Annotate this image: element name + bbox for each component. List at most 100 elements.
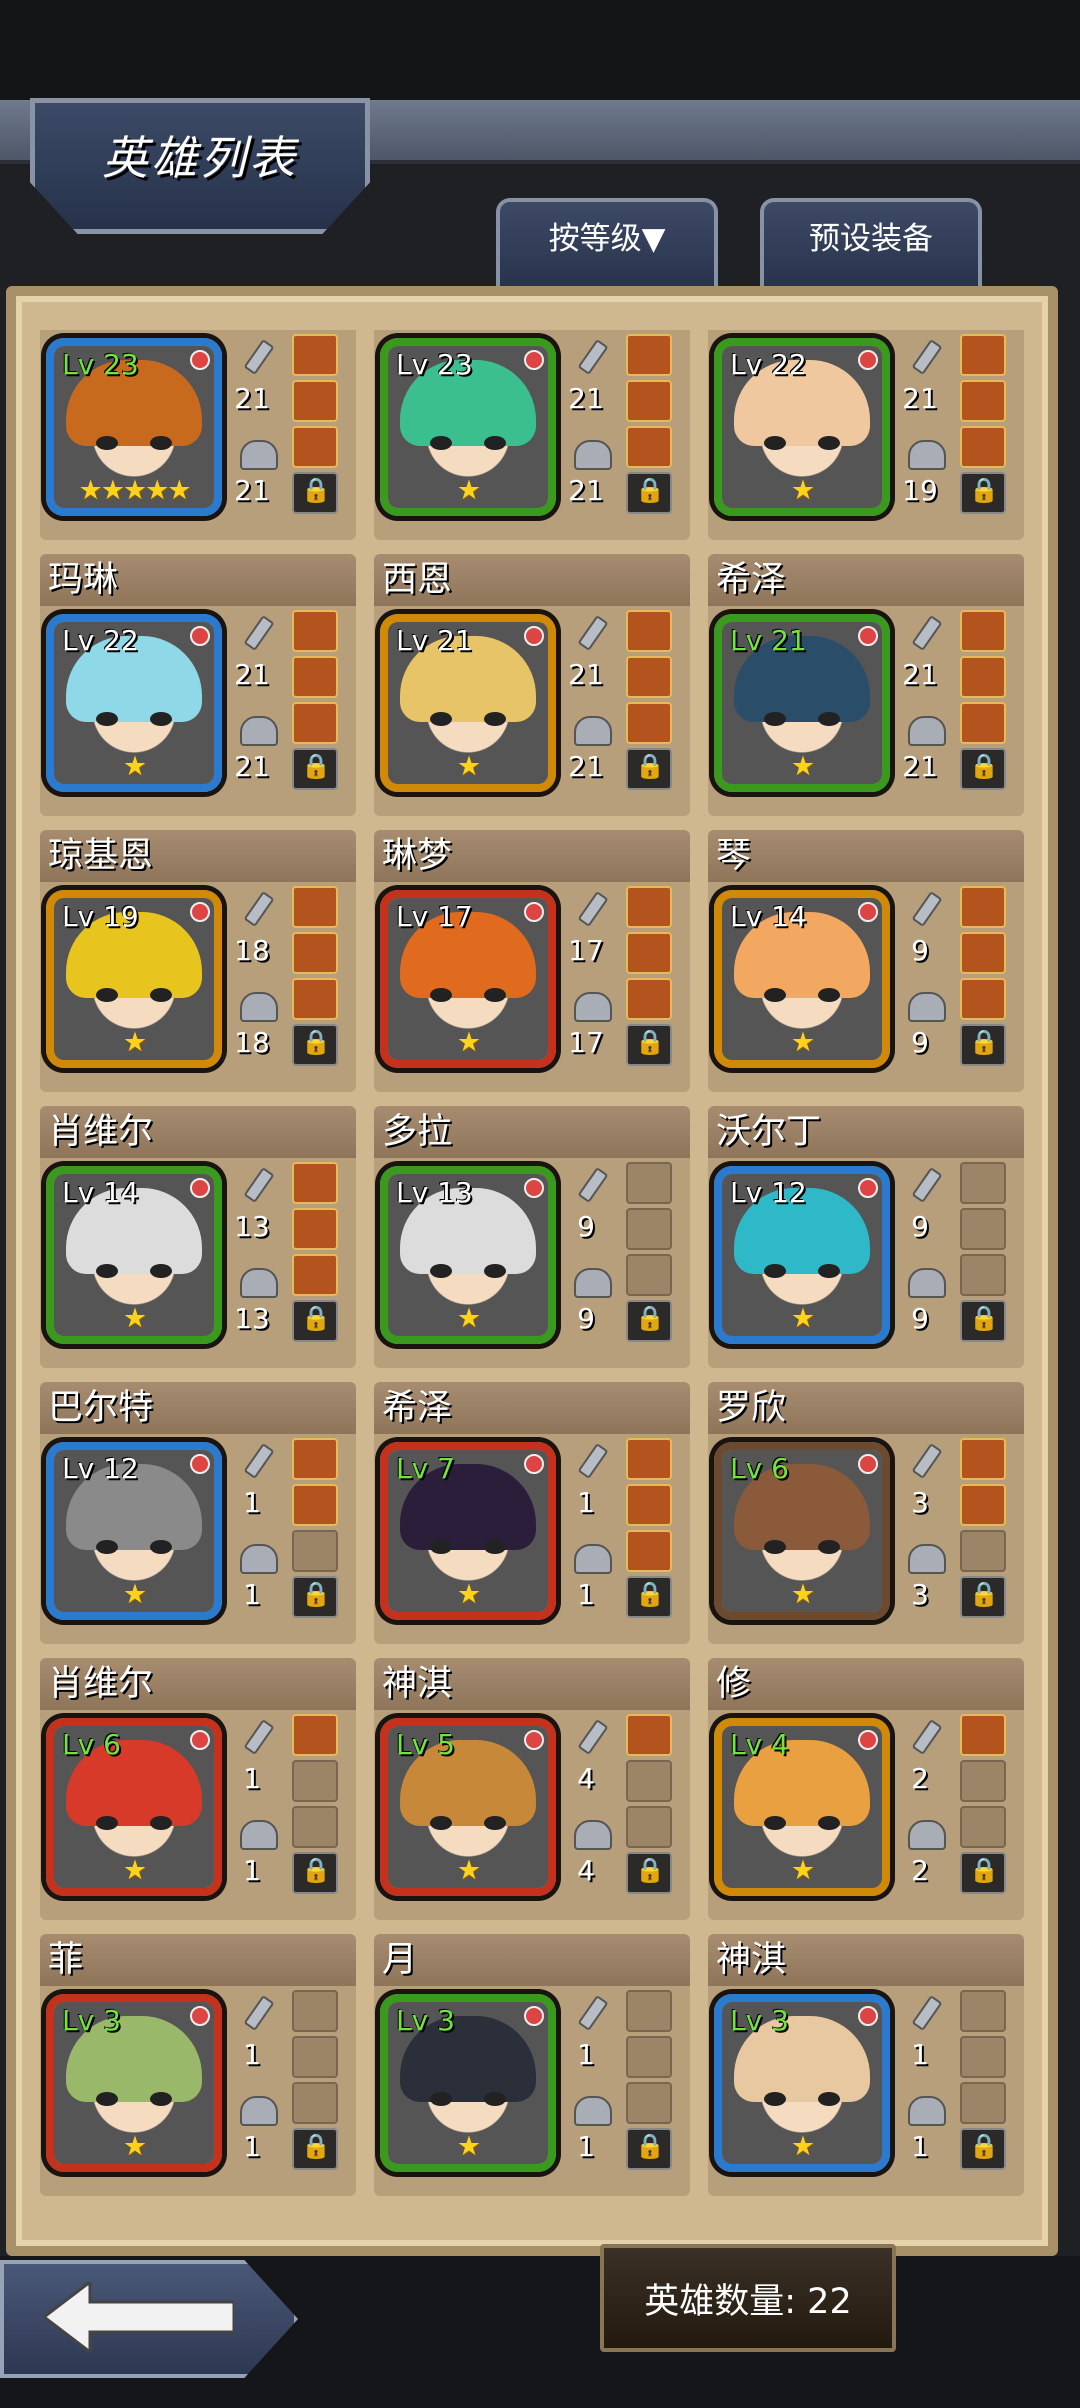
locked-slot-icon[interactable] [960,1852,1006,1894]
equipment-slot-filled[interactable] [626,1438,672,1480]
hero-portrait[interactable]: Lv 5 ★ [380,1718,556,1896]
hero-portrait[interactable]: Lv 12 ★ [46,1442,222,1620]
equipment-slot-empty[interactable] [960,1254,1006,1296]
locked-slot-icon[interactable] [960,2128,1006,2170]
equipment-slot-filled[interactable] [626,1484,672,1526]
locked-slot-icon[interactable] [626,1300,672,1342]
equipment-slot-empty[interactable] [626,1990,672,2032]
hero-portrait[interactable]: Lv 3 ★ [380,1994,556,2172]
equipment-slot-filled[interactable] [626,656,672,698]
hero-card[interactable]: 玛琳 Lv 22 ★ 21 21 [40,554,356,816]
locked-slot-icon[interactable] [292,472,338,514]
equipment-slot-empty[interactable] [626,1208,672,1250]
hero-card[interactable]: 菲 Lv 3 ★ 1 1 [40,1934,356,2196]
hero-portrait[interactable]: Lv 14 ★ [46,1166,222,1344]
equipment-slot-filled[interactable] [292,886,338,928]
equipment-slot-filled[interactable] [626,978,672,1020]
equipment-slot-empty[interactable] [960,2082,1006,2124]
equipment-slot-filled[interactable] [626,1714,672,1756]
hero-card[interactable]: Lv 23 ★ 21 21 [374,278,690,540]
locked-slot-icon[interactable] [292,1024,338,1066]
equipment-slot-filled[interactable] [292,426,338,468]
hero-card[interactable]: 月 Lv 3 ★ 1 1 [374,1934,690,2196]
locked-slot-icon[interactable] [626,748,672,790]
equipment-slot-filled[interactable] [960,1484,1006,1526]
hero-portrait[interactable]: Lv 17 ★ [380,890,556,1068]
equipment-slot-filled[interactable] [626,932,672,974]
equipment-slot-filled[interactable] [626,426,672,468]
equipment-slot-filled[interactable] [960,426,1006,468]
locked-slot-icon[interactable] [626,1852,672,1894]
equipment-slot-filled[interactable] [292,702,338,744]
locked-slot-icon[interactable] [292,2128,338,2170]
equipment-slot-empty[interactable] [626,2036,672,2078]
hero-card[interactable]: 肖维尔 Lv 6 ★ 1 1 [40,1658,356,1920]
hero-card[interactable]: 沃尔丁 Lv 12 ★ 9 9 [708,1106,1024,1368]
hero-card[interactable]: 巴尔特 Lv 12 ★ 1 1 [40,1382,356,1644]
equipment-slot-filled[interactable] [960,702,1006,744]
equipment-slot-empty[interactable] [960,1208,1006,1250]
equipment-slot-filled[interactable] [292,1254,338,1296]
equipment-slot-empty[interactable] [626,1162,672,1204]
equipment-slot-filled[interactable] [960,380,1006,422]
hero-card[interactable]: 西恩 Lv 21 ★ 21 21 [374,554,690,816]
locked-slot-icon[interactable] [960,1300,1006,1342]
equipment-slot-filled[interactable] [292,610,338,652]
hero-card[interactable]: 琼基恩 Lv 19 ★ 18 18 [40,830,356,1092]
equipment-slot-empty[interactable] [292,2082,338,2124]
hero-card[interactable]: 神淇 Lv 5 ★ 4 4 [374,1658,690,1920]
hero-card[interactable]: 希泽 Lv 21 ★ 21 21 [708,554,1024,816]
locked-slot-icon[interactable] [960,1576,1006,1618]
equipment-slot-filled[interactable] [626,1530,672,1572]
equipment-slot-filled[interactable] [960,656,1006,698]
hero-card[interactable]: 肖维尔 Lv 14 ★ 13 13 [40,1106,356,1368]
locked-slot-icon[interactable] [960,748,1006,790]
equipment-slot-empty[interactable] [960,1162,1006,1204]
equipment-slot-filled[interactable] [960,610,1006,652]
locked-slot-icon[interactable] [960,1024,1006,1066]
locked-slot-icon[interactable] [960,472,1006,514]
equipment-slot-filled[interactable] [292,932,338,974]
equipment-slot-filled[interactable] [960,1438,1006,1480]
equipment-slot-filled[interactable] [960,334,1006,376]
equipment-slot-empty[interactable] [960,2036,1006,2078]
hero-portrait[interactable]: Lv 14 ★ [714,890,890,1068]
equipment-slot-empty[interactable] [292,1990,338,2032]
hero-card[interactable]: 神淇 Lv 3 ★ 1 1 [708,1934,1024,2196]
hero-portrait[interactable]: Lv 12 ★ [714,1166,890,1344]
hero-card[interactable]: 修 Lv 4 ★ 2 2 [708,1658,1024,1920]
hero-card[interactable]: 琳梦 Lv 17 ★ 17 17 [374,830,690,1092]
hero-card[interactable]: 琴 Lv 14 ★ 9 9 [708,830,1024,1092]
locked-slot-icon[interactable] [626,472,672,514]
hero-card[interactable]: 希泽 Lv 7 ★ 1 1 [374,1382,690,1644]
hero-portrait[interactable]: Lv 23 ★ [380,338,556,516]
equipment-slot-empty[interactable] [960,1806,1006,1848]
equipment-slot-empty[interactable] [960,1760,1006,1802]
equipment-slot-filled[interactable] [626,380,672,422]
equipment-slot-filled[interactable] [292,1484,338,1526]
hero-card[interactable]: Lv 23 ★★★★★ 21 21 [40,278,356,540]
hero-portrait[interactable]: Lv 21 ★ [714,614,890,792]
hero-portrait[interactable]: Lv 7 ★ [380,1442,556,1620]
equipment-slot-filled[interactable] [960,886,1006,928]
hero-portrait[interactable]: Lv 6 ★ [46,1718,222,1896]
equipment-slot-filled[interactable] [292,1162,338,1204]
hero-portrait[interactable]: Lv 19 ★ [46,890,222,1068]
hero-portrait[interactable]: Lv 22 ★ [714,338,890,516]
equipment-slot-empty[interactable] [292,1806,338,1848]
hero-portrait[interactable]: Lv 21 ★ [380,614,556,792]
equipment-slot-filled[interactable] [292,1208,338,1250]
equipment-slot-empty[interactable] [626,1254,672,1296]
hero-portrait[interactable]: Lv 3 ★ [714,1994,890,2172]
locked-slot-icon[interactable] [626,1024,672,1066]
equipment-slot-filled[interactable] [626,886,672,928]
equipment-slot-filled[interactable] [292,380,338,422]
equipment-slot-empty[interactable] [626,2082,672,2124]
hero-portrait[interactable]: Lv 22 ★ [46,614,222,792]
equipment-slot-filled[interactable] [626,334,672,376]
equipment-slot-empty[interactable] [960,1530,1006,1572]
hero-portrait[interactable]: Lv 3 ★ [46,1994,222,2172]
equipment-slot-empty[interactable] [626,1760,672,1802]
equipment-slot-filled[interactable] [626,610,672,652]
equipment-slot-filled[interactable] [292,1714,338,1756]
